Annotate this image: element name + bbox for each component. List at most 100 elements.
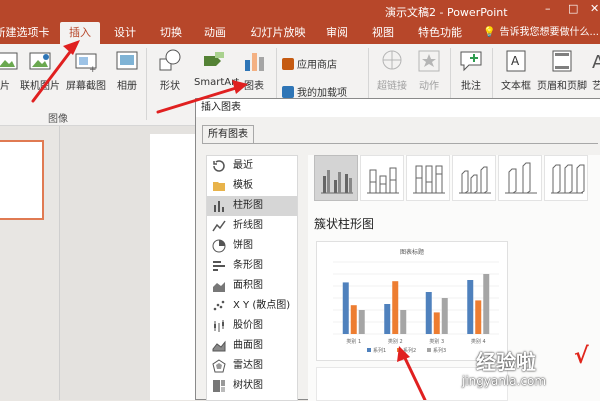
close-icon[interactable]: ✕ [590, 2, 599, 15]
wordart-button[interactable]: A 艺 [590, 48, 600, 92]
chart-preview[interactable]: 图表标题 类别 1 类别 2 类别 3 类别 4 系列1 系列2 系列3 [316, 241, 508, 361]
chart-label: 图表 [244, 81, 264, 92]
category-label: 面积图 [233, 280, 263, 291]
tab-design[interactable]: 设计 [110, 22, 140, 44]
variant-100-stacked-column[interactable] [406, 155, 450, 201]
album-icon [116, 51, 138, 70]
category-label: 雷达图 [233, 360, 263, 371]
legend-label: 系列2 [403, 347, 416, 354]
lightbulb-icon: 💡 [483, 27, 496, 38]
category-column[interactable]: 柱形图 [207, 196, 297, 216]
legend-label: 系列1 [373, 347, 386, 354]
category-label: X Y (散点图) [233, 300, 291, 311]
my-addins-button[interactable]: 我的加载项 [282, 84, 347, 99]
category-area[interactable]: 面积图 [207, 276, 297, 296]
store-label: 应用商店 [297, 60, 337, 71]
comment-button[interactable]: 批注 [456, 48, 486, 92]
tab-animations[interactable]: 动画 [200, 22, 230, 44]
folder-icon [213, 182, 225, 191]
watermark: 经验啦 √ jingyanla.com [462, 344, 600, 400]
chart-bar [392, 281, 399, 334]
tab-all-charts[interactable]: 所有图表 [202, 125, 254, 144]
chart-button[interactable]: 图表 [238, 48, 270, 92]
slide-thumbnail-pane [0, 126, 60, 400]
online-pictures-button[interactable]: 联机图片 [18, 48, 62, 92]
category-treemap[interactable]: 树状图 [207, 376, 297, 396]
tab-slideshow[interactable]: 幻灯片放映 [249, 22, 307, 44]
chart-title: 图表标题 [400, 248, 424, 256]
variant-3d-clustered-column[interactable] [452, 155, 496, 201]
category-radar[interactable]: 雷达图 [207, 356, 297, 376]
chart-bar [483, 274, 490, 334]
tab-new[interactable]: 新建选项卡 [0, 22, 50, 44]
category-bar[interactable]: 条形图 [207, 256, 297, 276]
category-templates[interactable]: 模板 [207, 176, 297, 196]
minimize-icon[interactable]: – [545, 2, 551, 15]
column-chart-icon [214, 201, 224, 212]
tab-transitions[interactable]: 切换 [156, 22, 186, 44]
variant-3d-100-stacked-column[interactable] [544, 155, 588, 201]
action-button[interactable]: 动作 [414, 48, 444, 92]
x-tick-label: 类别 2 [388, 338, 403, 345]
category-line[interactable]: 折线图 [207, 216, 297, 236]
category-label: 模板 [233, 180, 253, 191]
category-stock[interactable]: 股价图 [207, 316, 297, 336]
chart-bar [384, 304, 391, 334]
watermark-text: 经验啦 [476, 350, 536, 374]
area-chart-icon [213, 282, 225, 292]
preview-chart-svg: 图表标题 类别 1 类别 2 类别 3 类别 4 系列1 系列2 系列3 [333, 248, 499, 354]
svg-text:A: A [592, 52, 600, 73]
scatter-chart-icon [213, 300, 225, 311]
tab-review[interactable]: 审阅 [322, 22, 352, 44]
chart-bar [441, 298, 448, 334]
chart-bar [467, 280, 474, 334]
variant-3d-stacked-column[interactable] [498, 155, 542, 201]
variant-stacked-column[interactable] [360, 155, 404, 201]
smartart-button[interactable]: SmartArt [194, 48, 239, 88]
online-pictures-label: 联机图片 [20, 81, 60, 92]
store-button[interactable]: 应用商店 [282, 56, 337, 71]
legend-swatch [367, 348, 371, 352]
variant-clustered-column[interactable] [314, 155, 358, 201]
album-button[interactable]: 相册 [110, 48, 144, 92]
store-icon [282, 58, 294, 70]
x-tick-label: 类别 1 [346, 338, 361, 345]
category-pie[interactable]: 饼图 [207, 236, 297, 256]
tab-insert[interactable]: 插入 [60, 22, 100, 44]
title-bar: 演示文稿2 - PowerPoint – □ ✕ [0, 0, 600, 22]
shapes-label: 形状 [160, 81, 180, 92]
chart-bar [475, 300, 482, 334]
maximize-icon[interactable]: □ [568, 2, 578, 15]
category-surface[interactable]: 曲面图 [207, 336, 297, 356]
smartart-label: SmartArt [194, 77, 240, 88]
percent-stacked-column-icon [413, 165, 445, 194]
smartart-icon [204, 52, 224, 66]
surface-chart-icon [212, 340, 226, 352]
line-chart-icon [212, 220, 226, 232]
legend-swatch [427, 348, 431, 352]
chart-bar [350, 305, 357, 334]
tell-me-text: 告诉我您想要做什么... [499, 27, 599, 38]
category-label: 最近 [233, 160, 253, 171]
chart-bar [433, 312, 440, 334]
textbox-button[interactable]: A 文本框 [498, 48, 534, 92]
ribbon-separator [146, 48, 147, 120]
tab-features[interactable]: 特色功能 [414, 22, 466, 44]
header-footer-button[interactable]: 页眉和页脚 [536, 48, 588, 92]
slide-thumbnail[interactable] [0, 140, 44, 220]
category-recent[interactable]: 最近 [207, 156, 297, 176]
x-tick-label: 类别 3 [429, 338, 444, 345]
bar-chart-icon [245, 53, 264, 71]
comment-icon [460, 51, 482, 72]
shapes-button[interactable]: 形状 [152, 48, 188, 92]
hyperlink-button[interactable]: 超链接 [374, 48, 410, 92]
treemap-chart-icon [213, 380, 225, 392]
screenshot-button[interactable]: + 屏幕截图 [64, 48, 108, 92]
picture-icon [0, 52, 18, 70]
pictures-button[interactable]: 片 [0, 48, 18, 92]
slide-canvas[interactable] [150, 134, 195, 400]
category-scatter[interactable]: X Y (散点图) [207, 296, 297, 316]
tab-view[interactable]: 视图 [368, 22, 398, 44]
header-footer-icon [552, 50, 572, 72]
tell-me-box[interactable]: 💡 告诉我您想要做什么... [483, 22, 599, 44]
